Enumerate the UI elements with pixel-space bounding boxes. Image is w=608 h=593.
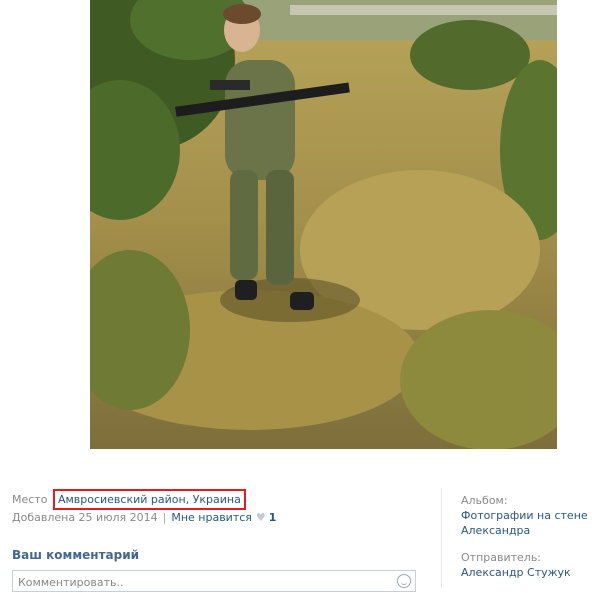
comment-heading: Ваш комментарий	[12, 548, 140, 562]
smile-icon[interactable]	[397, 574, 411, 588]
place-link[interactable]: Амвросиевский район, Украина	[52, 489, 246, 510]
heart-icon[interactable]: ♥	[256, 511, 266, 524]
photo[interactable]	[90, 0, 557, 449]
comment-input[interactable]	[13, 572, 393, 593]
sender-label: Отправитель:	[461, 551, 542, 564]
added-row: Добавлена 25 июля 2014 | Мне нравится ♥ 1	[12, 511, 276, 524]
photo-image	[90, 0, 557, 449]
like-count: 1	[268, 511, 277, 524]
place-row: Место Амвросиевский район, Украина	[12, 489, 246, 510]
comment-box[interactable]	[12, 570, 416, 593]
divider	[441, 488, 442, 588]
album-link[interactable]: Фотографии на стене Александра	[461, 508, 601, 538]
place-label: Место	[12, 493, 48, 506]
photo-sidebar: Альбом: Фотографии на стене Александра О…	[461, 493, 601, 580]
like-button[interactable]: Мне нравится	[171, 511, 252, 524]
added-date: Добавлена 25 июля 2014	[12, 511, 158, 524]
separator: |	[162, 511, 167, 524]
sender-link[interactable]: Александр Стужук	[461, 565, 601, 580]
album-label: Альбом:	[461, 494, 508, 507]
